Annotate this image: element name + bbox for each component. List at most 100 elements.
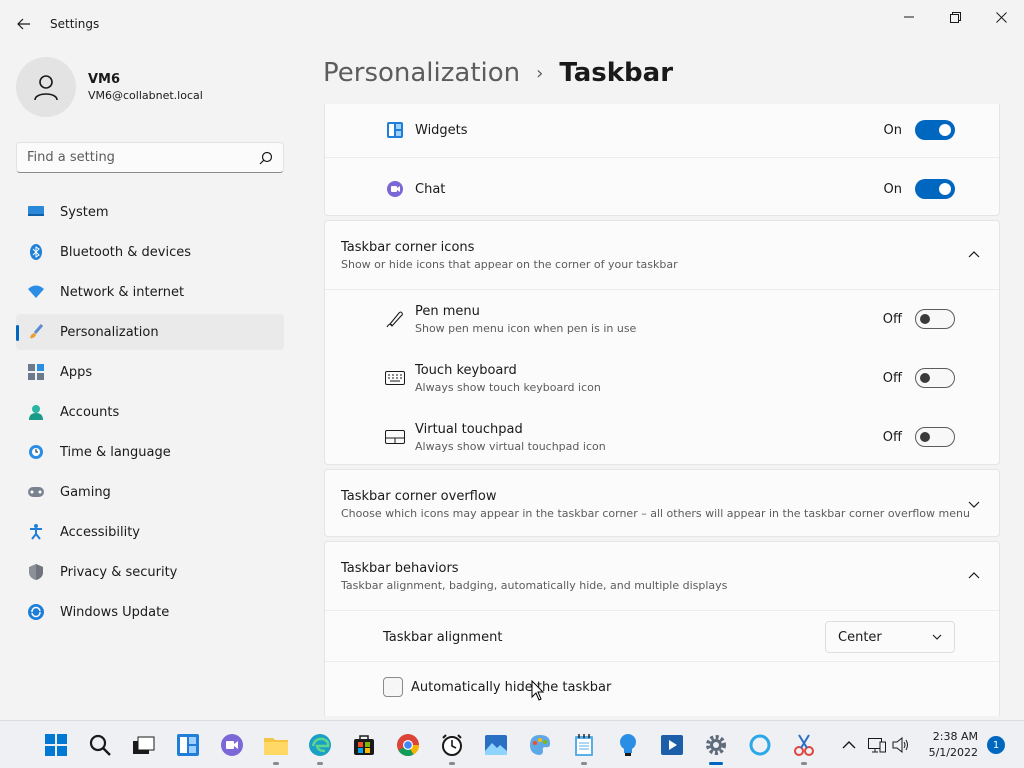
behaviors-header[interactable]: Taskbar behaviors Taskbar alignment, bad… [325, 542, 999, 610]
show-hidden-icons-button[interactable] [838, 731, 860, 759]
corner-overflow-card[interactable]: Taskbar corner overflow Choose which ico… [324, 469, 1000, 537]
corner-overflow-title: Taskbar corner overflow [341, 488, 497, 504]
store-button[interactable] [350, 731, 378, 759]
sidebar-item-label: Privacy & security [60, 564, 178, 580]
notification-badge[interactable]: 1 [987, 736, 1005, 754]
edge-button[interactable] [306, 731, 334, 765]
virtual-touchpad-toggle[interactable] [915, 427, 955, 447]
network-tray-button[interactable] [866, 731, 888, 759]
sidebar-item-label: Accessibility [60, 524, 140, 540]
system-clock[interactable]: 2:38 AM 5/1/2022 [918, 730, 978, 759]
running-indicator [801, 762, 807, 765]
notepad-button[interactable] [570, 731, 598, 765]
accessibility-icon [28, 524, 44, 540]
touch-keyboard-toggle[interactable] [915, 368, 955, 388]
alignment-dropdown[interactable]: Center [825, 621, 955, 653]
mouse-cursor-icon [531, 680, 545, 701]
settings-content: Widgets On Chat On Taskbar corner icons … [324, 104, 1000, 716]
sidebar-item-label: Bluetooth & devices [60, 244, 191, 260]
touch-keyboard-state: Off [882, 370, 902, 386]
alignment-row: Taskbar alignment Center [325, 614, 999, 660]
chat-taskbar-button[interactable] [218, 731, 246, 759]
close-icon [995, 11, 1007, 23]
sidebar-item-accounts[interactable]: Accounts [16, 394, 284, 430]
minimize-icon [904, 16, 914, 18]
sidebar-item-system[interactable]: System [16, 194, 284, 230]
widgets-icon [385, 120, 405, 140]
search-icon [89, 734, 111, 756]
widgets-icon [177, 734, 199, 756]
virtual-touchpad-label: Virtual touchpad [415, 421, 523, 437]
photos-icon [485, 735, 507, 755]
touch-keyboard-row: Touch keyboard Always show touch keyboar… [325, 356, 999, 400]
sidebar-item-windows-update[interactable]: Windows Update [16, 594, 284, 630]
alignment-value: Center [838, 629, 882, 645]
taskbar-items-card: Widgets On Chat On [324, 104, 1000, 216]
autohide-checkbox[interactable] [383, 677, 403, 697]
chrome-button[interactable] [394, 731, 422, 759]
pen-menu-toggle[interactable] [915, 309, 955, 329]
paint-button[interactable] [526, 731, 554, 759]
sidebar-item-time-language[interactable]: Time & language [16, 434, 284, 470]
chevron-down-icon [932, 634, 942, 640]
widgets-toggle[interactable] [915, 120, 955, 140]
sidebar-item-network[interactable]: Network & internet [16, 274, 284, 310]
clock-app-button[interactable] [438, 731, 466, 765]
sidebar-item-accessibility[interactable]: Accessibility [16, 514, 284, 550]
chevron-up-icon[interactable] [967, 248, 981, 262]
file-explorer-button[interactable] [262, 731, 290, 765]
clock-time: 2:38 AM [932, 730, 978, 743]
corner-overflow-header[interactable]: Taskbar corner overflow Choose which ico… [325, 470, 999, 538]
settings-taskbar-button[interactable] [702, 731, 730, 765]
sidebar-item-privacy[interactable]: Privacy & security [16, 554, 284, 590]
user-profile: VM6 VM6@collabnet.local [16, 57, 203, 117]
media-player-button[interactable] [658, 731, 686, 759]
corner-icons-header[interactable]: Taskbar corner icons Show or hide icons … [325, 221, 999, 289]
back-button[interactable] [10, 10, 38, 38]
chat-toggle[interactable] [915, 179, 955, 199]
volume-tray-button[interactable] [890, 731, 912, 759]
photos-button[interactable] [482, 731, 510, 759]
active-indicator [709, 762, 723, 765]
widgets-taskbar-button[interactable] [174, 731, 202, 759]
snipping-tool-button[interactable] [790, 731, 818, 765]
cortana-button[interactable] [746, 731, 774, 759]
divider [325, 661, 999, 662]
close-button[interactable] [979, 4, 1023, 30]
alignment-label: Taskbar alignment [383, 629, 503, 645]
running-indicator [449, 762, 455, 765]
search-box[interactable] [16, 142, 284, 173]
pen-icon [385, 309, 405, 329]
sidebar-item-label: System [60, 204, 109, 220]
gamepad-icon [28, 484, 44, 500]
tips-button[interactable] [614, 731, 642, 759]
divider [325, 157, 999, 158]
autohide-label[interactable]: Automatically hide the taskbar [411, 680, 611, 695]
start-button[interactable] [42, 731, 70, 759]
sidebar-item-bluetooth[interactable]: Bluetooth & devices [16, 234, 284, 270]
task-view-button[interactable] [130, 731, 158, 759]
taskbar-search-button[interactable] [86, 731, 114, 759]
sidebar-item-apps[interactable]: Apps [16, 354, 284, 390]
sidebar-item-gaming[interactable]: Gaming [16, 474, 284, 510]
apps-icon [28, 364, 44, 380]
chat-icon [385, 179, 405, 199]
monitor-icon [28, 204, 44, 220]
sidebar-item-personalization[interactable]: Personalization [16, 314, 284, 350]
search-icon[interactable] [259, 151, 273, 165]
minimize-button[interactable] [887, 4, 931, 30]
chevron-up-icon[interactable] [967, 569, 981, 583]
breadcrumb-parent[interactable]: Personalization [323, 58, 520, 88]
store-icon [354, 735, 374, 755]
corner-icons-card: Taskbar corner icons Show or hide icons … [324, 220, 1000, 465]
scissors-icon [794, 734, 814, 756]
restore-button[interactable] [933, 4, 977, 30]
user-name: VM6 [88, 72, 121, 87]
wifi-icon [28, 284, 44, 300]
chevron-down-icon[interactable] [967, 497, 981, 511]
search-input[interactable] [27, 150, 259, 165]
behaviors-subtitle: Taskbar alignment, badging, automaticall… [341, 578, 728, 592]
widgets-row: Widgets On [325, 109, 999, 151]
pen-menu-label: Pen menu [415, 303, 480, 319]
chat-icon [221, 734, 243, 756]
